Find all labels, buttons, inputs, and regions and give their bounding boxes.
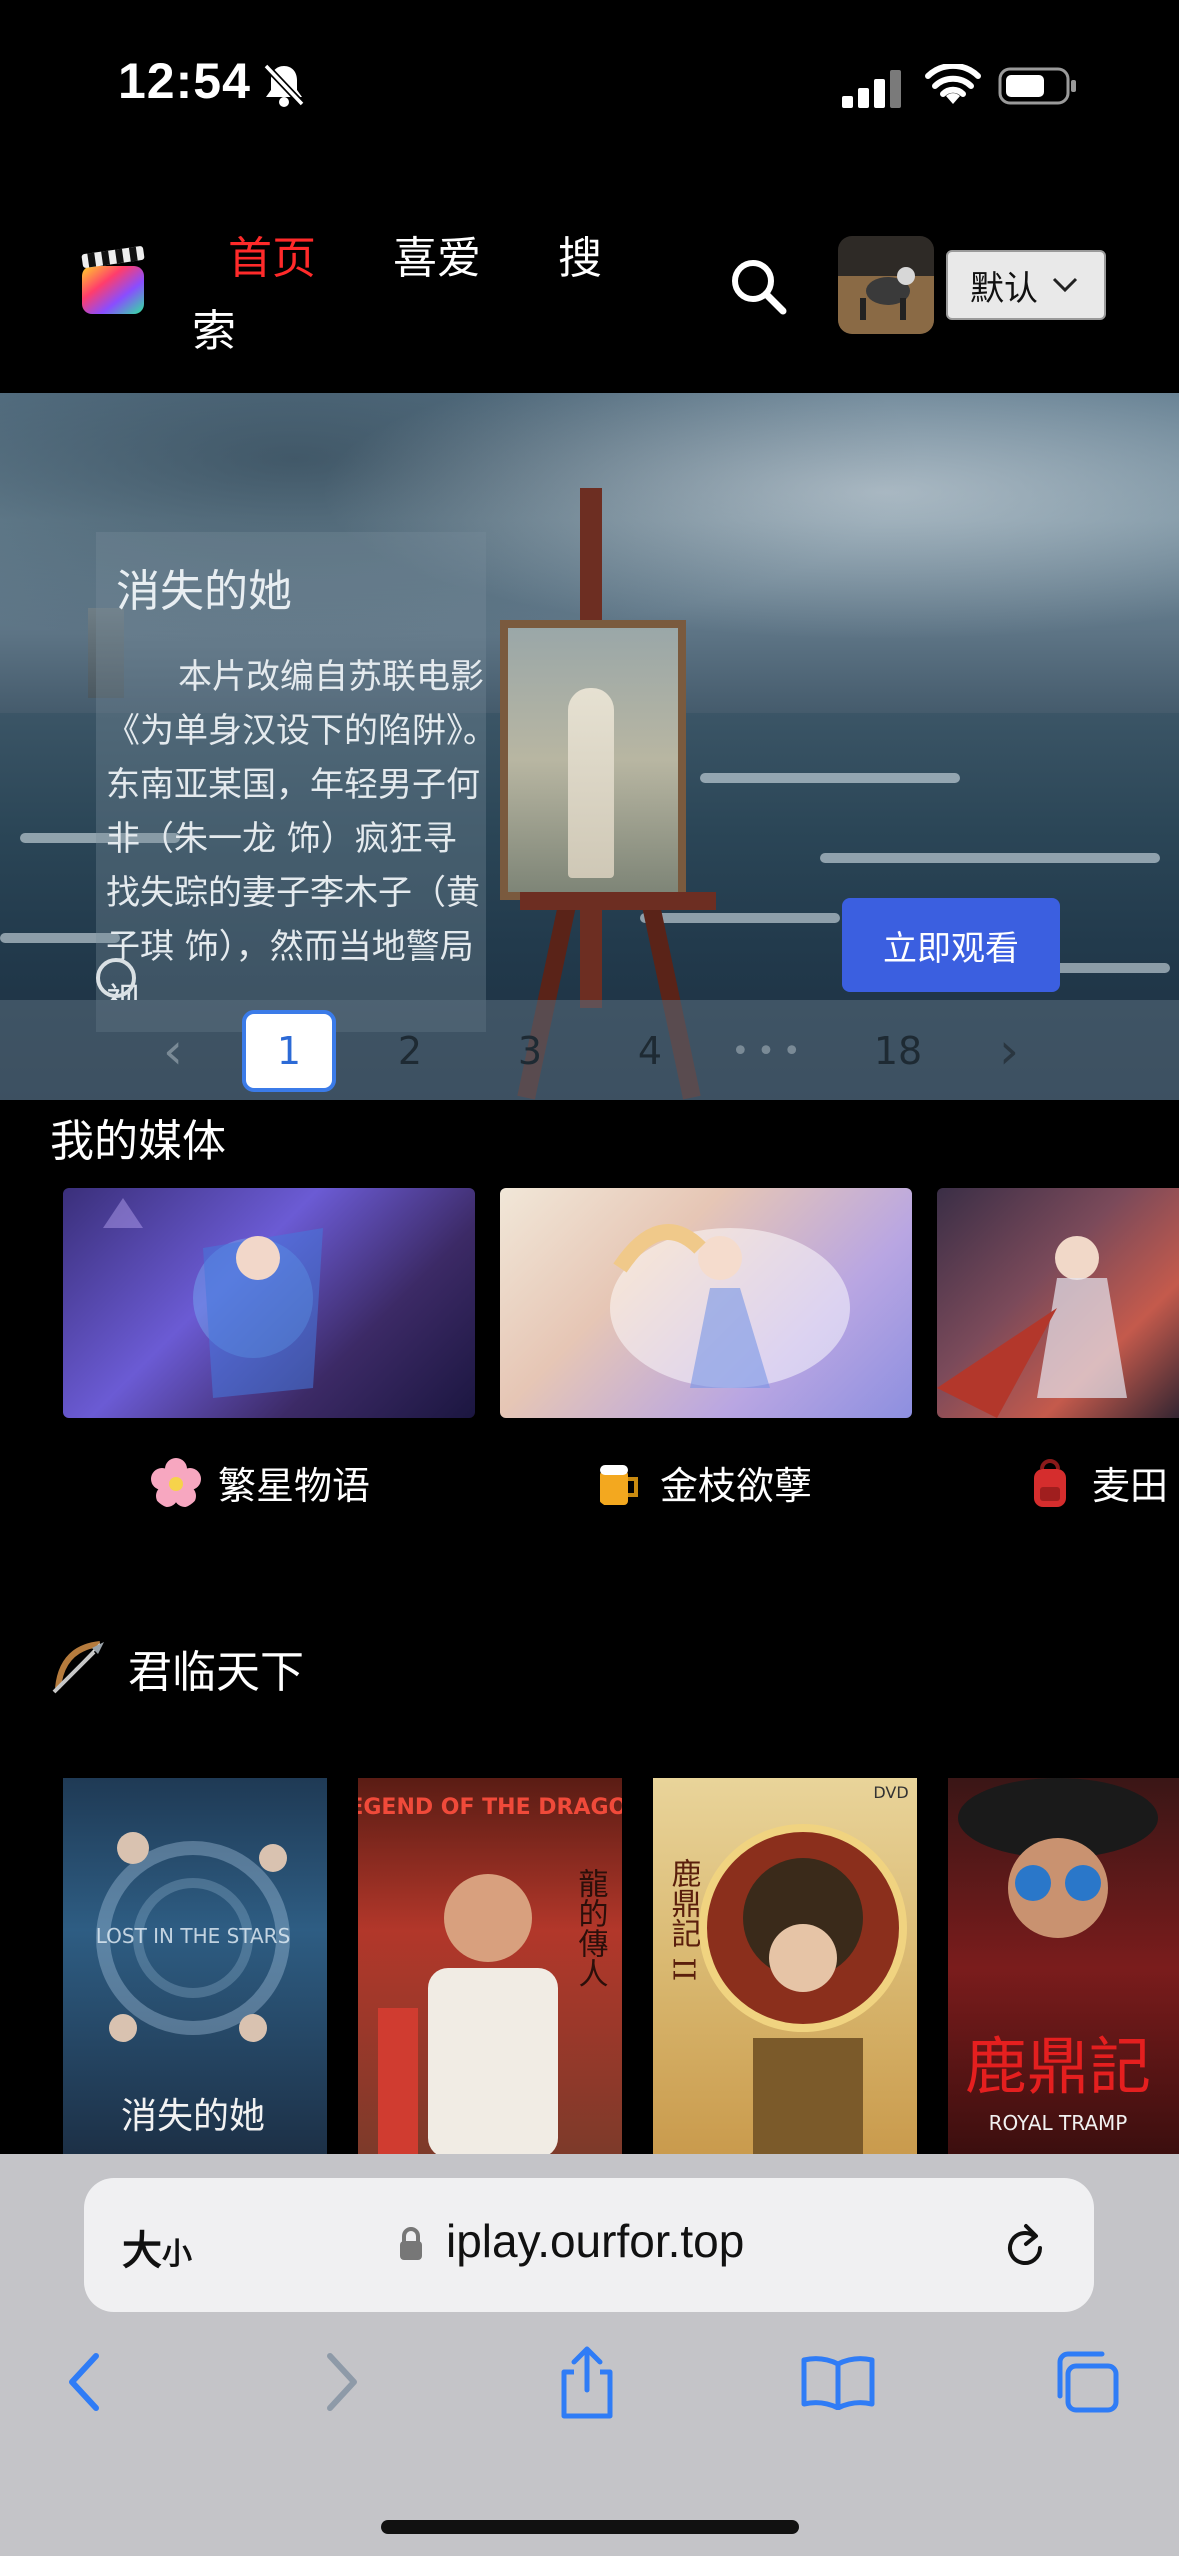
media-label-3-text: 麦田 [1092,1464,1169,1508]
app-logo-icon[interactable] [78,244,148,318]
bookmarks-icon[interactable] [800,2354,876,2410]
lock-icon [400,2227,422,2260]
poster-1[interactable]: LOST IN THE STARS 消失的她 [63,1778,327,2158]
back-icon[interactable] [64,2350,104,2414]
forward-icon[interactable] [322,2350,362,2414]
sort-select-value: 默认 [970,268,1038,309]
pagination-page-1[interactable]: 1 [242,1010,336,1092]
media-card-3[interactable] [937,1188,1179,1418]
nav-search-tab-wrap[interactable]: 索 [192,295,236,359]
beer-emoji-icon [600,1464,638,1505]
flower-emoji-icon [151,1457,201,1507]
text-size-small: 小 [162,2237,192,2272]
battery-icon [998,67,1076,105]
pagination-next-button[interactable]: › [984,1010,1034,1092]
search-icon[interactable] [728,256,788,316]
media-card-1[interactable] [63,1188,475,1418]
media-label-2[interactable]: 金枝欲孽 [592,1455,812,1510]
media-card-3-artwork [937,1236,1127,1418]
hero-title: 消失的她 [116,566,292,617]
cellular-signal-icon [842,70,901,108]
text-size-button[interactable]: 大小 [122,2218,192,2276]
poster-2-title: LEGEND OF THE DRAGON [358,1795,622,1820]
media-card-2-artwork [610,1224,850,1388]
my-media-title: 我的媒体 [50,1116,226,1167]
url-text[interactable]: iplay.ourfor.top [446,2214,744,2268]
poster-2-overlay: 龍的傳人 [573,1868,609,1988]
hero-description: 本片改编自苏联电影《为单身汉设下的陷阱》。 东南亚某国，年轻男子何非（朱一龙 饰… [106,657,486,1000]
sort-select[interactable]: 默认 [946,250,1106,320]
poster-4-title: 鹿鼎記 [965,2030,1151,2103]
bow-and-arrow-icon [52,1641,104,1694]
text-size-big: 大 [122,2228,162,2274]
pagination-ellipsis[interactable]: ••• [730,1010,810,1092]
nav-home-tab[interactable]: 首页 [228,222,316,286]
poster-3[interactable]: DVD 鹿鼎記 II [653,1778,917,2158]
backpack-emoji-icon [1034,1458,1066,1507]
status-time: 12:54 [118,53,251,109]
media-label-1[interactable]: 繁星物语 [150,1455,370,1510]
hero-easel-shelf [520,892,716,910]
pagination-page-3[interactable]: 3 [500,1010,560,1092]
bell-off-icon [263,63,305,107]
hero-painting [500,620,686,900]
poster-3-overlay: DVD [873,1783,908,1802]
chevron-down-icon [1052,277,1078,293]
pagination-prev-button[interactable]: ‹ [148,1010,198,1092]
nav-search-tab[interactable]: 搜 [558,222,602,286]
poster-4-artwork: 鹿鼎記 ROYAL TRAMP [958,1778,1158,2135]
poster-3-artwork: DVD 鹿鼎記 II [666,1783,909,2158]
pagination-page-2[interactable]: 2 [380,1010,440,1092]
home-indicator [381,2520,799,2534]
section-title-jun-lin-tian-xia: 君临天下 [128,1647,304,1698]
reload-icon[interactable] [1004,2222,1048,2272]
poster-1-artwork: LOST IN THE STARS 消失的她 [96,1832,291,2137]
watch-now-button[interactable]: 立即观看 [842,898,1060,992]
user-avatar[interactable] [838,236,934,334]
poster-3-title: 鹿鼎記 II [666,1858,702,1981]
pagination-page-last[interactable]: 18 [858,1010,938,1092]
media-card-2[interactable] [500,1188,912,1418]
media-label-2-text: 金枝欲孽 [660,1464,813,1508]
poster-1-title: 消失的她 [121,2096,265,2137]
media-label-3[interactable]: 麦田 [1024,1455,1168,1510]
media-card-1-artwork [103,1198,323,1398]
wifi-icon [925,64,981,104]
poster-1-overlay: LOST IN THE STARS [96,1924,291,1948]
media-label-1-text: 繁星物语 [218,1464,371,1508]
pagination-page-4[interactable]: 4 [620,1010,680,1092]
poster-4-overlay: ROYAL TRAMP [989,2111,1128,2135]
poster-2[interactable]: LEGEND OF THE DRAGON 龍的傳人 [358,1778,622,2158]
tabs-icon[interactable] [1052,2350,1120,2414]
poster-2-artwork: LEGEND OF THE DRAGON 龍的傳人 [358,1795,622,2158]
loading-indicator-icon [96,958,136,998]
share-icon[interactable] [556,2344,618,2420]
nav-favorites-tab[interactable]: 喜爱 [393,222,481,286]
poster-4[interactable]: 鹿鼎記 ROYAL TRAMP [948,1778,1179,2158]
